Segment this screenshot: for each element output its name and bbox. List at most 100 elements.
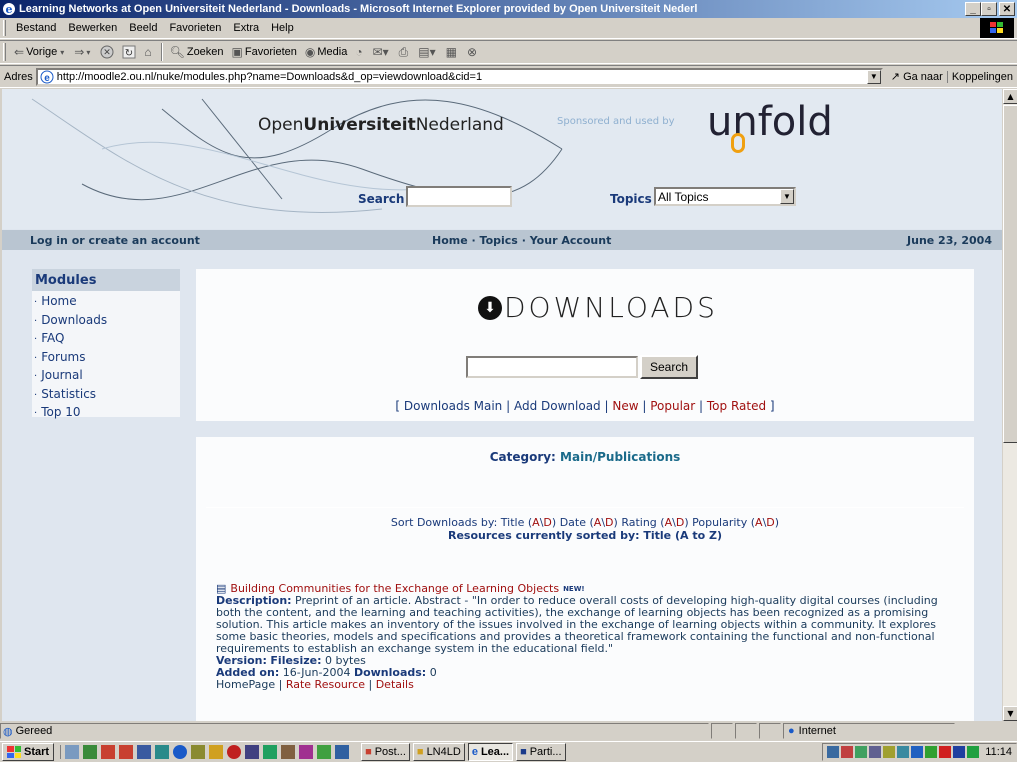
tray-icon[interactable] [925,746,938,758]
tray-icon[interactable] [827,746,840,758]
menu-extra[interactable]: Extra [227,22,265,34]
quicklaunch-icon[interactable] [155,745,170,759]
ou-logo[interactable]: OpenUniversiteitNederland [258,115,504,135]
details-link[interactable]: Details [376,678,414,691]
quicklaunch-icon[interactable] [83,745,98,759]
quicklaunch-icon[interactable] [245,745,260,759]
rate-resource-link[interactable]: Rate Resource [286,678,365,691]
menu-bewerken[interactable]: Bewerken [62,22,123,34]
popular-link[interactable]: Popular [650,399,695,413]
tray-icon[interactable] [869,746,882,758]
top-rated-link[interactable]: Top Rated [707,399,766,413]
task-ln4ld[interactable]: ■ LN4LD [412,743,465,761]
stop-button[interactable]: ✕ [96,45,118,59]
quicklaunch-icon[interactable] [335,745,350,759]
nav-home-link[interactable]: Home [432,234,468,247]
tray-icon[interactable] [939,746,952,758]
quicklaunch-icon[interactable] [119,745,134,759]
menu-help[interactable]: Help [265,22,300,34]
sort-rating-desc[interactable]: D [676,516,684,529]
refresh-button[interactable]: ↻ [118,45,140,59]
start-button[interactable]: Start [2,743,55,761]
tray-icon[interactable] [911,746,924,758]
sort-title-asc[interactable]: A [532,516,540,529]
downloads-search-input[interactable] [466,356,638,378]
category-value-link[interactable]: Main/Publications [560,450,680,464]
close-button[interactable]: ✕ [999,2,1015,16]
window-title-bar[interactable]: e Learning Networks at Open Universiteit… [0,0,1017,18]
module-item-statistics[interactable]: · Statistics [34,386,180,405]
address-input[interactable]: e http://moodle2.ou.nl/nuke/modules.php?… [35,67,883,86]
login-link[interactable]: Log in or create an account [30,234,200,247]
quicklaunch-icon[interactable] [227,745,242,759]
chevron-down-icon[interactable]: ▼ [866,69,881,84]
add-download-link[interactable]: Add Download [514,399,601,413]
toolbar-grip[interactable] [3,20,6,36]
edit-button[interactable]: ▤▾ [414,45,441,59]
home-button[interactable]: ⌂ [140,45,157,59]
tray-icon[interactable] [855,746,868,758]
media-toolbar-button[interactable]: ◉ Media [301,45,351,59]
sort-date-asc[interactable]: A [594,516,602,529]
tray-icon[interactable] [897,746,910,758]
task-parti[interactable]: ■ Parti... [516,743,566,761]
nav-topics-link[interactable]: Topics [480,234,518,247]
tray-icon[interactable] [883,746,896,758]
links-toolbar[interactable]: Koppelingen [946,70,1017,83]
module-item-top10[interactable]: · Top 10 [34,404,180,423]
tray-icon[interactable] [841,746,854,758]
toolbar-grip[interactable] [3,43,6,61]
history-button[interactable]: ◔ [351,45,368,59]
downloads-main-link[interactable]: Downloads Main [404,399,502,413]
unfold-logo[interactable]: unfold [707,99,833,153]
scroll-thumb[interactable] [1003,105,1017,443]
scroll-down-arrow[interactable]: ▼ [1003,706,1017,721]
topics-select[interactable]: All Topics ▼ [654,187,796,206]
messenger-button[interactable]: ⊗ [463,45,483,59]
task-learning[interactable]: e Lea... [467,743,514,761]
module-item-faq[interactable]: · FAQ [34,330,180,349]
maximize-button[interactable]: ▫ [981,2,997,16]
header-search-input[interactable] [406,186,512,207]
quicklaunch-icon[interactable] [299,745,314,759]
quicklaunch-icon[interactable] [137,745,152,759]
sort-popularity-desc[interactable]: D [766,516,774,529]
homepage-link[interactable]: HomePage [216,678,275,691]
forward-button[interactable]: ⇒ ▾ [70,45,96,59]
sort-title-desc[interactable]: D [543,516,551,529]
menu-favorieten[interactable]: Favorieten [163,22,227,34]
quicklaunch-icon[interactable] [101,745,116,759]
menu-beeld[interactable]: Beeld [123,22,163,34]
go-button[interactable]: ↗ Ga naar [883,70,947,83]
sort-popularity-asc[interactable]: A [755,516,763,529]
mail-button[interactable]: ✉▾ [369,45,395,59]
task-post[interactable]: ■ Post... [361,743,410,761]
minimize-button[interactable]: _ [965,2,981,16]
nav-account-link[interactable]: Your Account [530,234,612,247]
quicklaunch-icon[interactable] [173,745,188,759]
module-item-home[interactable]: · Home [34,293,180,312]
tray-icon[interactable] [967,746,980,758]
downloads-search-button[interactable]: Search [640,355,698,379]
vertical-scrollbar[interactable]: ▲ ▼ [1002,89,1017,721]
quicklaunch-icon[interactable] [191,745,206,759]
favorites-toolbar-button[interactable]: ▣ Favorieten [228,45,301,59]
sort-rating-asc[interactable]: A [665,516,673,529]
quicklaunch-icon[interactable] [281,745,296,759]
module-item-forums[interactable]: · Forums [34,349,180,368]
module-item-downloads[interactable]: · Downloads [34,312,180,331]
module-item-journal[interactable]: · Journal [34,367,180,386]
print-button[interactable]: ⎙ [395,45,415,60]
quicklaunch-icon[interactable] [317,745,332,759]
back-button[interactable]: ⇐ Vorige ▾ [10,45,70,59]
menu-bestand[interactable]: Bestand [10,22,62,34]
scroll-up-arrow[interactable]: ▲ [1003,89,1017,104]
tray-icon[interactable] [953,746,966,758]
quicklaunch-icon[interactable] [65,745,80,759]
discuss-button[interactable]: ▦ [442,45,463,59]
quicklaunch-icon[interactable] [209,745,224,759]
sort-date-desc[interactable]: D [605,516,613,529]
new-link[interactable]: New [612,399,638,413]
quicklaunch-icon[interactable] [263,745,278,759]
clock[interactable]: 11:14 [985,746,1012,758]
